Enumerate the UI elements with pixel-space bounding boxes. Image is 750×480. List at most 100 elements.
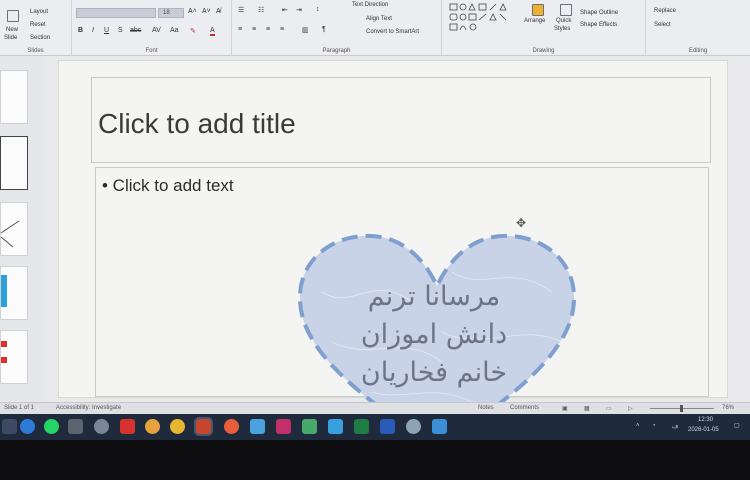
photos-icon[interactable] (276, 419, 291, 434)
char-spacing-icon[interactable]: AV (152, 27, 161, 34)
slide-thumbnail[interactable] (0, 202, 28, 256)
slide-thumbnail[interactable] (0, 266, 28, 320)
clock-date[interactable]: 2026-01-05 (688, 427, 719, 433)
quick-styles-button[interactable]: Quick (556, 18, 571, 24)
slide-thumbnail[interactable] (0, 330, 28, 384)
word-icon[interactable] (380, 419, 395, 434)
font-color-icon[interactable]: A (210, 27, 215, 36)
start-icon[interactable] (2, 419, 17, 434)
clear-format-icon[interactable]: A̸ (216, 8, 221, 15)
comments-button[interactable]: Comments (510, 405, 539, 411)
select-button[interactable]: Select (654, 22, 671, 28)
align-left-icon[interactable]: ≡ (238, 26, 242, 33)
italic-icon[interactable]: I (92, 27, 94, 34)
telegram-icon[interactable] (432, 419, 447, 434)
new-slide-button-label[interactable]: Slide (4, 35, 17, 41)
slide-sorter-icon[interactable]: ▦ (584, 405, 590, 412)
align-right-icon[interactable]: ≡ (266, 26, 270, 33)
font-name-box[interactable] (76, 8, 156, 18)
edge-icon[interactable] (20, 419, 35, 434)
maps-icon[interactable] (250, 419, 265, 434)
layout-button[interactable]: Layout (30, 9, 48, 15)
clock-time[interactable]: 12:30 (698, 417, 713, 423)
thumbnail-content (1, 275, 7, 307)
monitor-bezel (0, 440, 750, 480)
numbering-icon[interactable]: ☷ (258, 6, 264, 14)
rtl-icon[interactable]: ¶ (322, 26, 326, 33)
new-slide-button[interactable]: New (6, 27, 18, 33)
slides-group: New Slide Layout Reset Section Slides (0, 0, 72, 56)
thumbnail-content (1, 341, 7, 347)
powerpoint-window: New Slide Layout Reset Section Slides 18… (0, 0, 750, 480)
content-placeholder-text: • Click to add text (102, 176, 234, 195)
slides-group-label: Slides (27, 48, 44, 54)
heart-text-line: مرسانا ترنم (367, 281, 501, 312)
columns-icon[interactable]: ▥ (302, 26, 309, 34)
justify-icon[interactable]: ≡ (280, 26, 284, 33)
status-bar: Slide 1 of 1 Accessibility: Investigate … (0, 402, 750, 414)
replace-button[interactable]: Replace (654, 8, 676, 14)
bullets-icon[interactable]: ☰ (238, 6, 244, 14)
network-icon[interactable]: ◔ (652, 423, 656, 429)
app-icon[interactable] (328, 419, 343, 434)
heart-text-block[interactable]: مرسانا ترنم دانش اموزان خانم فخاریان (344, 278, 524, 392)
settings-icon[interactable] (94, 419, 109, 434)
slideshow-icon[interactable]: ▷ (628, 405, 633, 412)
normal-view-icon[interactable]: ▣ (562, 405, 568, 412)
align-text-button[interactable]: Align Text (366, 16, 392, 22)
media-player-icon[interactable] (145, 419, 160, 434)
new-slide-icon (7, 10, 19, 22)
ribbon: New Slide Layout Reset Section Slides 18… (0, 0, 750, 56)
notes-button[interactable]: Notes (478, 405, 494, 411)
acrobat-icon[interactable] (120, 419, 135, 434)
shape-effects-button[interactable]: Shape Effects (580, 22, 617, 28)
reset-button[interactable]: Reset (30, 22, 46, 28)
change-case-icon[interactable]: Aa (170, 27, 179, 34)
language-indicator-icon[interactable]: ﻑ (672, 423, 678, 430)
slide-thumbnail[interactable] (0, 70, 28, 124)
title-placeholder[interactable]: Click to add title (91, 77, 711, 163)
shadow-icon[interactable]: S (118, 27, 123, 34)
notifications-icon[interactable]: ▢ (734, 422, 740, 429)
paragraph-group: ☰ ☷ ⇤ ⇥ ↕ ≡ ≡ ≡ ≡ ▥ ¶ Text Direction Ali… (232, 0, 442, 56)
bold-icon[interactable]: B (78, 27, 83, 34)
whatsapp-icon[interactable] (44, 419, 59, 434)
convert-smartart-button[interactable]: Convert to SmartArt (366, 29, 419, 35)
chrome-icon[interactable] (170, 419, 185, 434)
align-center-icon[interactable]: ≡ (252, 26, 256, 33)
slide-thumbnail-selected[interactable] (0, 136, 28, 190)
font-size-box[interactable]: 18 (158, 8, 184, 18)
firefox-icon[interactable] (224, 419, 239, 434)
zoom-level[interactable]: 76% (722, 405, 734, 411)
shrink-font-icon[interactable]: A˅ (202, 8, 211, 15)
highlight-icon[interactable]: ✎ (190, 27, 196, 35)
editing-group-label: Editing (688, 48, 708, 54)
reading-view-icon[interactable]: ▭ (606, 405, 612, 412)
underline-icon[interactable]: U (104, 27, 109, 34)
line-spacing-icon[interactable]: ↕ (316, 6, 320, 13)
arrange-icon (532, 4, 544, 16)
shape-outline-button[interactable]: Shape Outline (580, 10, 618, 16)
section-button[interactable]: Section (30, 35, 50, 41)
strikethrough-icon[interactable]: abc (130, 27, 141, 34)
grow-font-icon[interactable]: A˄ (188, 8, 197, 15)
zoom-slider-thumb[interactable] (680, 405, 683, 412)
shapes-gallery[interactable] (448, 2, 512, 32)
calculator-icon[interactable] (68, 419, 83, 434)
quick-styles-button-label[interactable]: Styles (554, 26, 570, 32)
accessibility-status[interactable]: Accessibility: Investigate (56, 405, 121, 411)
cloud-icon[interactable] (406, 419, 421, 434)
text-direction-button[interactable]: Text Direction (352, 2, 388, 8)
decrease-indent-icon[interactable]: ⇤ (282, 6, 288, 14)
drawing-group: Arrange Quick Styles Shape Outline Shape… (442, 0, 646, 56)
tray-chevron-icon[interactable]: ˄ (636, 423, 640, 429)
arrange-button[interactable]: Arrange (524, 18, 545, 24)
app-icon[interactable] (302, 419, 317, 434)
increase-indent-icon[interactable]: ⇥ (296, 6, 302, 14)
paragraph-group-label: Paragraph (322, 48, 351, 54)
excel-icon[interactable] (354, 419, 369, 434)
thumbnail-content (0, 220, 20, 248)
powerpoint-icon[interactable] (196, 419, 211, 434)
font-group-label: Font (145, 48, 158, 54)
font-size-value: 18 (163, 10, 170, 16)
